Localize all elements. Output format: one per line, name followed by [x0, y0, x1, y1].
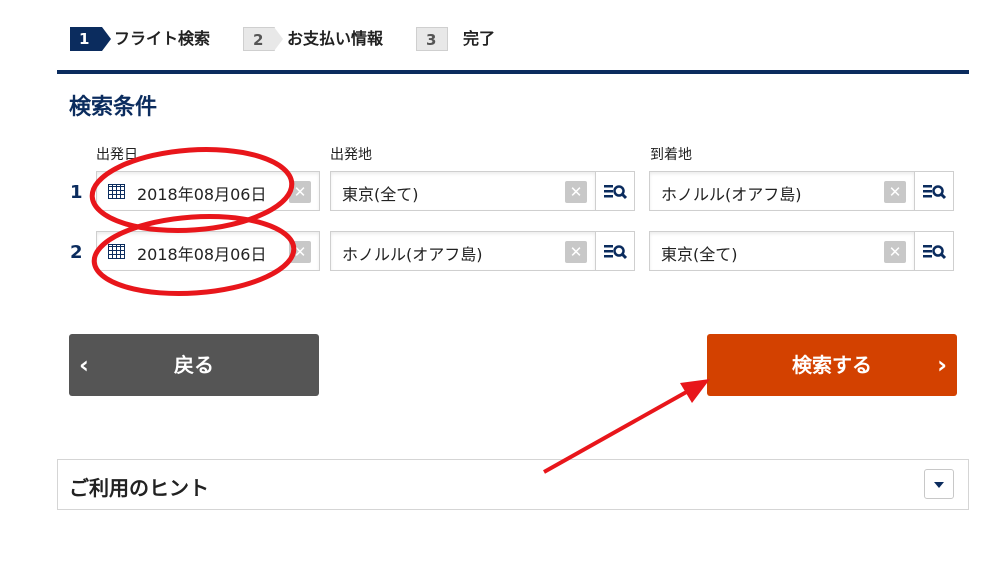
origin-field-1[interactable]: 東京(全て) ✕: [330, 171, 596, 211]
step-1-label: フライト検索: [114, 29, 211, 48]
search-list-icon: [604, 185, 628, 200]
destination-value-1: ホノルル(オアフ島): [661, 185, 802, 204]
header-divider: [57, 70, 969, 74]
clear-icon[interactable]: ✕: [565, 241, 587, 263]
hints-panel[interactable]: ご利用のヒント: [57, 459, 969, 510]
chevron-down-icon[interactable]: [924, 469, 954, 499]
page-title: 検索条件: [69, 95, 158, 120]
calendar-icon[interactable]: [108, 244, 125, 259]
step-3-number: 3: [416, 27, 448, 51]
destination-lookup-button-2[interactable]: [914, 231, 954, 271]
hints-title: ご利用のヒント: [69, 476, 209, 500]
search-list-icon: [923, 185, 947, 200]
step-3-label: 完了: [463, 29, 496, 48]
origin-field-2[interactable]: ホノルル(オアフ島) ✕: [330, 231, 596, 271]
clear-icon[interactable]: ✕: [289, 181, 311, 203]
search-button-label: 検索する: [792, 353, 872, 377]
origin-column-label: 出発地: [330, 147, 372, 163]
destination-column-label: 到着地: [650, 147, 692, 163]
step-2-number: 2: [243, 27, 283, 51]
date-value-1: 2018年08月06日: [137, 185, 267, 204]
origin-value-1: 東京(全て): [342, 185, 419, 204]
row-1-number: 1: [70, 182, 83, 203]
chevron-right-icon: ›: [937, 351, 947, 379]
search-button[interactable]: 検索する ›: [707, 334, 957, 396]
back-button-label: 戻る: [174, 353, 214, 377]
destination-lookup-button-1[interactable]: [914, 171, 954, 211]
search-list-icon: [604, 245, 628, 260]
origin-lookup-button-2[interactable]: [595, 231, 635, 271]
destination-field-1[interactable]: ホノルル(オアフ島) ✕: [649, 171, 915, 211]
date-value-2: 2018年08月06日: [137, 245, 267, 264]
origin-value-2: ホノルル(オアフ島): [342, 245, 483, 264]
date-field-1[interactable]: 2018年08月06日 ✕: [96, 171, 320, 211]
origin-lookup-button-1[interactable]: [595, 171, 635, 211]
clear-icon[interactable]: ✕: [884, 181, 906, 203]
destination-field-2[interactable]: 東京(全て) ✕: [649, 231, 915, 271]
row-2-number: 2: [70, 242, 83, 263]
step-1-number: 1: [70, 27, 111, 51]
clear-icon[interactable]: ✕: [289, 241, 311, 263]
chevron-left-icon: ‹: [79, 351, 89, 379]
date-field-2[interactable]: 2018年08月06日 ✕: [96, 231, 320, 271]
date-column-label: 出発日: [96, 147, 138, 163]
clear-icon[interactable]: ✕: [884, 241, 906, 263]
annotation-arrow-head: [680, 379, 710, 403]
search-list-icon: [923, 245, 947, 260]
calendar-icon[interactable]: [108, 184, 125, 199]
destination-value-2: 東京(全て): [661, 245, 738, 264]
clear-icon[interactable]: ✕: [565, 181, 587, 203]
back-button[interactable]: ‹ 戻る: [69, 334, 319, 396]
step-2-label: お支払い情報: [287, 29, 384, 48]
